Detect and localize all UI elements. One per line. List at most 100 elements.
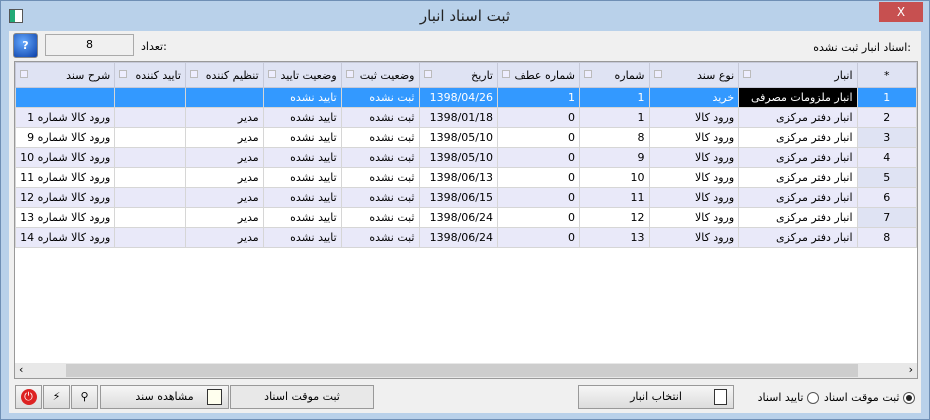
table-cell[interactable]: 0	[497, 127, 580, 148]
column-header[interactable]: شرح سند	[15, 62, 116, 88]
table-row[interactable]: 4 انبار دفتر مرکزی ورود کالا 9 0 1398/05/10 ثب…	[15, 147, 917, 168]
table-cell[interactable]: انبار دفتر مرکزی	[738, 167, 858, 188]
table-cell[interactable]: ورود کالا شماره 11	[15, 167, 116, 188]
table-cell[interactable]: مدیر	[184, 207, 264, 228]
table-cell[interactable]: ثبت نشده	[340, 167, 420, 188]
table-cell[interactable]: ورود کالا شماره 12	[15, 187, 116, 208]
table-cell[interactable]: مدیر	[184, 227, 264, 248]
table-cell[interactable]	[114, 107, 186, 128]
filter-checkbox-icon[interactable]	[345, 70, 354, 78]
table-cell[interactable]: خرید	[648, 87, 740, 108]
table-cell[interactable]: تایید نشده	[262, 127, 342, 148]
scroll-right-icon[interactable]: ›	[909, 363, 913, 376]
table-cell[interactable]: 0	[497, 187, 580, 208]
table-cell[interactable]: انبار دفتر مرکزی	[738, 207, 858, 228]
table-cell[interactable]: ورود کالا	[648, 107, 740, 128]
table-cell[interactable]: 11	[578, 187, 650, 208]
table-row[interactable]: 2 انبار دفتر مرکزی ورود کالا 1 0 1398/01/18 ثب…	[15, 107, 917, 128]
table-cell[interactable]: انبار دفتر مرکزی	[738, 127, 858, 148]
table-cell[interactable]: مدیر	[184, 107, 264, 128]
table-row[interactable]: 3 انبار دفتر مرکزی ورود کالا 8 0 1398/05/10 ثب…	[15, 127, 917, 148]
search-button[interactable]: ⚲	[71, 385, 98, 409]
table-cell[interactable]	[114, 167, 186, 188]
table-cell[interactable]: ورود کالا شماره 14	[15, 227, 116, 248]
table-cell[interactable]: ثبت نشده	[340, 127, 420, 148]
exit-button[interactable]: ⏻	[15, 385, 42, 409]
filter-checkbox-icon[interactable]	[583, 70, 592, 78]
table-cell[interactable]: 13	[578, 227, 650, 248]
table-cell[interactable]: 5	[856, 167, 917, 188]
table-cell[interactable]: 1398/06/24	[418, 207, 498, 228]
table-cell[interactable]: 1398/05/10	[418, 127, 498, 148]
table-cell[interactable]: 12	[578, 207, 650, 228]
table-cell[interactable]: 1398/06/13	[418, 167, 498, 188]
table-cell[interactable]: ثبت نشده	[340, 147, 420, 168]
table-cell[interactable]: 1398/04/26	[418, 87, 498, 108]
table-row[interactable]: 7 انبار دفتر مرکزی ورود کالا 12 0 1398/06/24 ث…	[15, 207, 917, 228]
column-header[interactable]: نوع سند	[648, 62, 740, 88]
close-button[interactable]: X	[879, 2, 923, 22]
table-cell[interactable]: انبار دفتر مرکزی	[738, 147, 858, 168]
filter-checkbox-icon[interactable]	[423, 70, 432, 78]
table-cell[interactable]: مدیر	[184, 147, 264, 168]
filter-checkbox-icon[interactable]	[502, 70, 510, 78]
table-cell[interactable]: ورود کالا	[648, 187, 740, 208]
table-cell[interactable]: مدیر	[184, 187, 264, 208]
scroll-left-icon[interactable]: ‹	[19, 363, 23, 376]
table-cell[interactable]: 1	[578, 107, 650, 128]
column-header[interactable]: شماره عطف	[497, 62, 580, 88]
table-cell[interactable]: 1	[578, 87, 650, 108]
table-cell[interactable]	[114, 227, 186, 248]
table-row[interactable]: 5 انبار دفتر مرکزی ورود کالا 10 0 1398/06/13 ث…	[15, 167, 917, 188]
table-row[interactable]: 6 انبار دفتر مرکزی ورود کالا 11 0 1398/06/15 ث…	[15, 187, 917, 208]
table-cell[interactable]: ورود کالا	[648, 207, 740, 228]
table-cell[interactable]: تایید نشده	[262, 187, 342, 208]
table-cell[interactable]: ثبت نشده	[340, 87, 420, 108]
table-cell[interactable]: 1398/06/24	[418, 227, 498, 248]
table-cell[interactable]: 2	[856, 107, 917, 128]
table-row[interactable]: 1 انبار ملزومات مصرفی خرید 1 1 1398/04/26 ثبت …	[15, 87, 917, 108]
table-cell[interactable]: ورود کالا شماره 9	[15, 127, 116, 148]
table-cell[interactable]: ثبت نشده	[340, 227, 420, 248]
table-cell[interactable]: ثبت نشده	[340, 187, 420, 208]
column-header[interactable]: *	[856, 62, 917, 88]
table-cell[interactable]: 1	[856, 87, 917, 108]
column-header[interactable]: وضعیت ثبت	[340, 62, 420, 88]
table-cell[interactable]: 7	[856, 207, 917, 228]
table-cell[interactable]	[114, 187, 186, 208]
filter-checkbox-icon[interactable]	[20, 70, 28, 78]
column-header[interactable]: تنظیم کننده	[184, 62, 264, 88]
filter-checkbox-icon[interactable]	[119, 70, 128, 78]
column-header[interactable]: انبار	[738, 62, 858, 88]
column-header[interactable]: وضعیت تایید	[262, 62, 342, 88]
filter-button[interactable]: ⚡	[43, 385, 70, 409]
column-header[interactable]: شماره	[578, 62, 650, 88]
table-cell[interactable]: 8	[856, 227, 917, 248]
table-cell[interactable]: ورود کالا	[648, 227, 740, 248]
column-header[interactable]: تاریخ	[418, 62, 498, 88]
table-cell[interactable]: انبار دفتر مرکزی	[738, 187, 858, 208]
filter-checkbox-icon[interactable]	[653, 70, 662, 78]
table-cell[interactable]: 8	[578, 127, 650, 148]
filter-checkbox-icon[interactable]	[267, 70, 276, 78]
filter-checkbox-icon[interactable]	[743, 70, 752, 78]
table-cell[interactable]: انبار دفتر مرکزی	[738, 227, 858, 248]
table-cell[interactable]	[15, 87, 116, 108]
table-cell[interactable]: تایید نشده	[262, 207, 342, 228]
scroll-thumb[interactable]	[66, 364, 858, 377]
table-cell[interactable]	[114, 127, 186, 148]
radio-on-icon[interactable]	[903, 392, 915, 404]
table-cell[interactable]: 0	[497, 107, 580, 128]
temp-register-button[interactable]: ثبت موقت اسناد	[230, 385, 374, 409]
select-warehouse-button[interactable]: انتخاب انبار	[578, 385, 734, 409]
table-cell[interactable]	[114, 87, 186, 108]
table-cell[interactable]: مدیر	[184, 167, 264, 188]
table-cell[interactable]: 3	[856, 127, 917, 148]
table-cell[interactable]: 1398/05/10	[418, 147, 498, 168]
table-cell[interactable]: 1398/06/15	[418, 187, 498, 208]
horizontal-scrollbar[interactable]: ‹ ›	[15, 363, 917, 378]
table-cell[interactable]: تایید نشده	[262, 167, 342, 188]
table-cell[interactable]: تایید نشده	[262, 107, 342, 128]
table-cell[interactable]: ثبت نشده	[340, 107, 420, 128]
table-cell[interactable]: ورود کالا شماره 13	[15, 207, 116, 228]
